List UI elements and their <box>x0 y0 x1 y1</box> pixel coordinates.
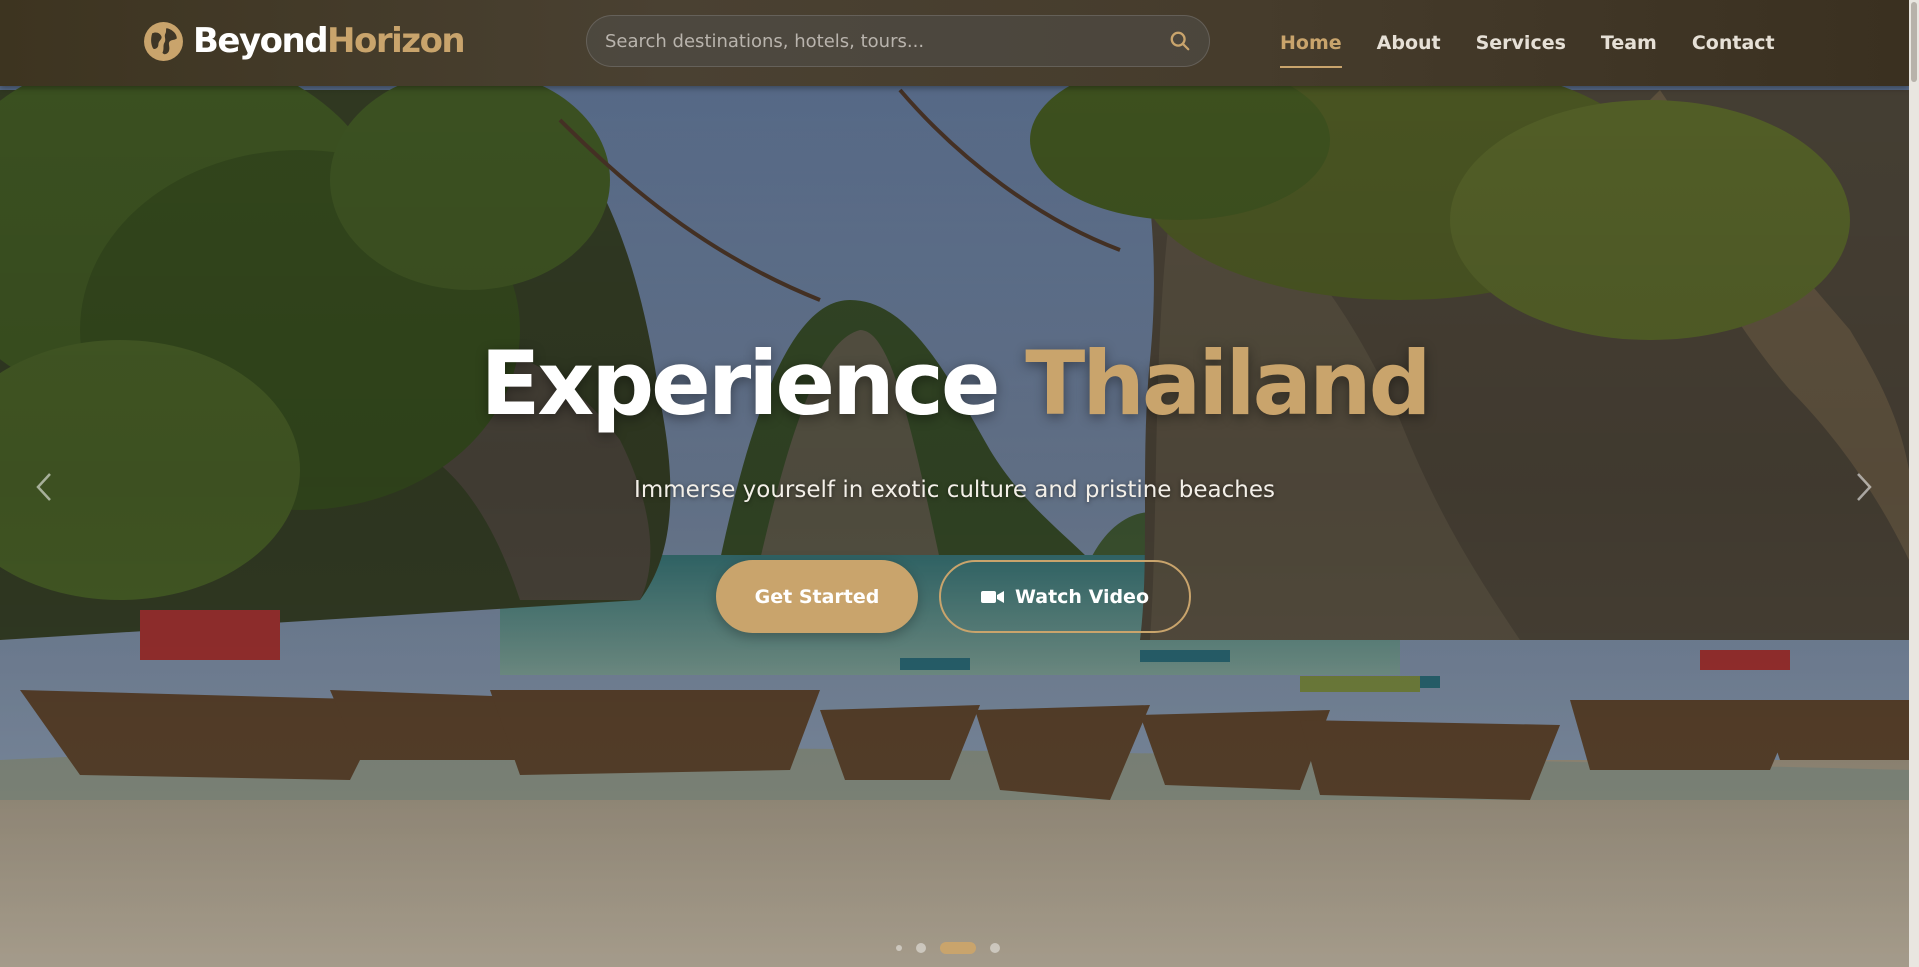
nav-about[interactable]: About <box>1377 24 1441 62</box>
hero-title-part2: Thailand <box>1025 332 1431 435</box>
brand-logo[interactable]: BeyondHorizon <box>143 20 466 62</box>
carousel-dot-3[interactable] <box>940 942 976 954</box>
search-input[interactable] <box>605 30 1169 52</box>
nav-contact[interactable]: Contact <box>1692 24 1775 62</box>
chevron-right-icon[interactable] <box>1852 470 1876 504</box>
top-navbar: BeyondHorizon Home About Services Team C… <box>0 0 1909 86</box>
brand-name: BeyondHorizon <box>193 21 466 61</box>
globe-icon <box>144 21 183 61</box>
page-scrollbar[interactable] <box>1909 0 1919 967</box>
video-camera-icon <box>980 590 1004 603</box>
main-nav: Home About Services Team Contact <box>1280 0 1810 86</box>
carousel-dot-1[interactable] <box>896 945 902 951</box>
brand-name-part1: Beyond <box>193 21 329 61</box>
nav-team[interactable]: Team <box>1601 24 1657 62</box>
carousel-dot-4[interactable] <box>990 943 1000 953</box>
nav-home[interactable]: Home <box>1280 24 1342 68</box>
chevron-left-icon[interactable] <box>32 470 56 504</box>
get-started-button[interactable]: Get Started <box>716 560 918 633</box>
search-bar <box>586 15 1210 67</box>
watch-video-label: Watch Video <box>1014 585 1149 608</box>
hero-title: Experience Thailand <box>0 332 1909 435</box>
carousel-dot-2[interactable] <box>916 943 926 953</box>
hero-title-part1: Experience <box>480 332 1000 435</box>
watch-video-button[interactable]: Watch Video <box>939 560 1191 633</box>
search-icon[interactable] <box>1169 30 1191 52</box>
nav-services[interactable]: Services <box>1476 24 1566 62</box>
brand-name-part2: Horizon <box>327 21 466 61</box>
get-started-label: Get Started <box>754 585 880 608</box>
scrollbar-thumb[interactable] <box>1911 2 1917 82</box>
carousel-indicators <box>896 942 1014 954</box>
hero-subtitle: Immerse yourself in exotic culture and p… <box>634 477 1275 503</box>
